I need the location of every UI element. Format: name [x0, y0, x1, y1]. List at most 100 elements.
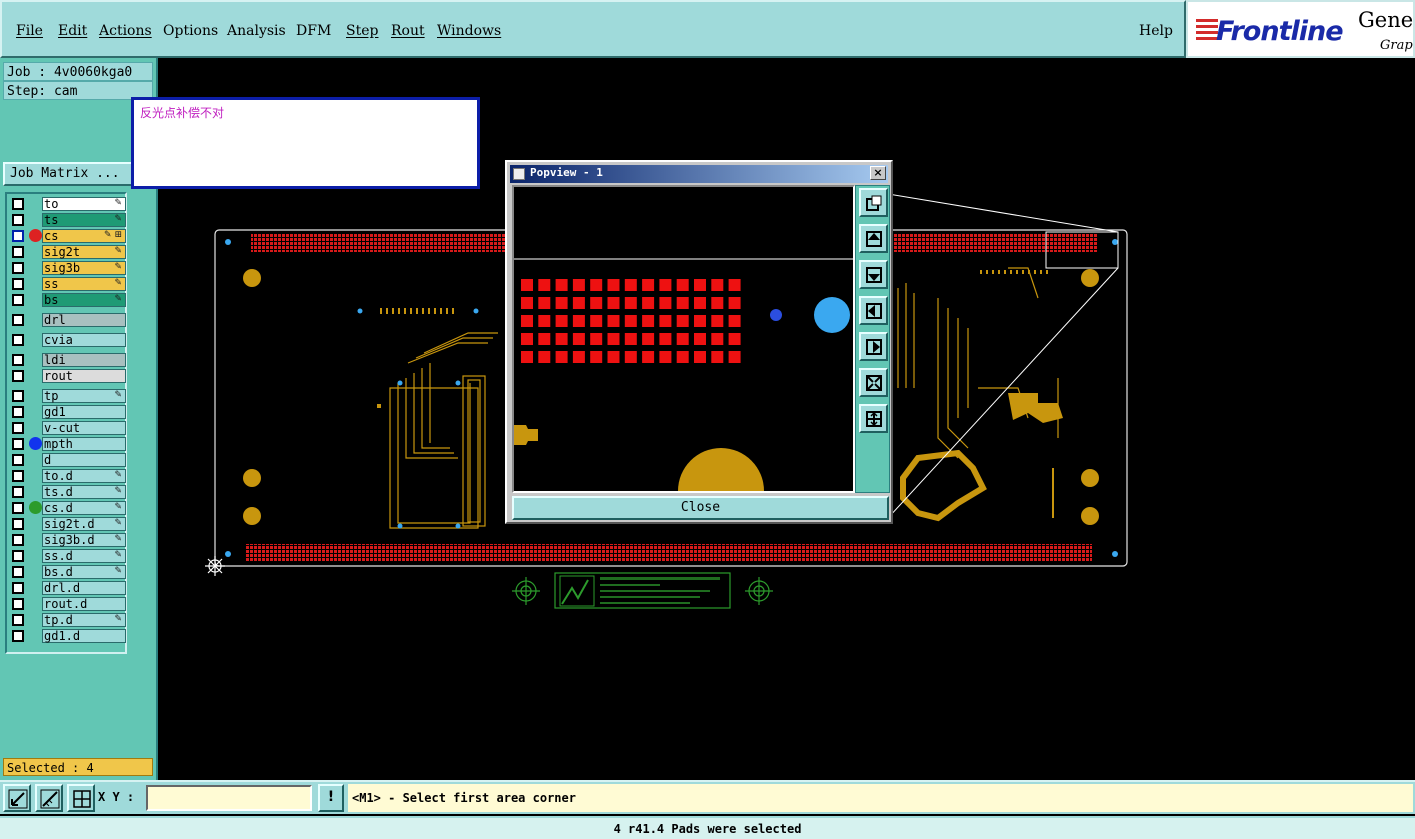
- layer-checkbox[interactable]: [12, 438, 24, 450]
- pan-down-button[interactable]: [859, 260, 888, 289]
- layer-name[interactable]: ss.d: [42, 549, 126, 563]
- layer-checkbox[interactable]: [12, 278, 24, 290]
- layer-row-sig2t-d[interactable]: sig2t.d ✎: [9, 517, 126, 531]
- layer-name[interactable]: rout: [42, 369, 126, 383]
- menu-help[interactable]: Help: [1139, 23, 1173, 39]
- select-arrow-button[interactable]: [3, 784, 31, 812]
- layer-checkbox[interactable]: [12, 406, 24, 418]
- layer-name[interactable]: ss: [42, 277, 126, 291]
- layer-name[interactable]: mpth: [42, 437, 126, 451]
- menu-rout[interactable]: Rout: [391, 23, 425, 39]
- layer-name[interactable]: sig3b: [42, 261, 126, 275]
- layer-row-sig3b[interactable]: sig3b ✎: [9, 261, 126, 275]
- pan-up-button[interactable]: [859, 224, 888, 253]
- layer-checkbox[interactable]: [12, 334, 24, 346]
- menu-analysis[interactable]: Analysis: [227, 23, 286, 39]
- layer-name[interactable]: ts.d: [42, 485, 126, 499]
- menu-file[interactable]: File: [16, 23, 43, 39]
- layer-name[interactable]: d: [42, 453, 126, 467]
- layer-name[interactable]: drl.d: [42, 581, 126, 595]
- layer-checkbox[interactable]: [12, 214, 24, 226]
- layer-name[interactable]: tp.d: [42, 613, 126, 627]
- layer-row-drl-d[interactable]: drl.d: [9, 581, 126, 595]
- layer-name[interactable]: rout.d: [42, 597, 126, 611]
- menu-dfm[interactable]: DFM: [296, 23, 331, 39]
- layer-checkbox[interactable]: [12, 486, 24, 498]
- layer-checkbox[interactable]: [12, 614, 24, 626]
- popview-canvas[interactable]: [512, 185, 855, 493]
- layer-row-bs[interactable]: bs ✎: [9, 293, 126, 307]
- menu-windows[interactable]: Windows: [437, 23, 501, 39]
- layer-checkbox[interactable]: [12, 198, 24, 210]
- layer-name[interactable]: cs.d: [42, 501, 126, 515]
- layer-name[interactable]: gd1: [42, 405, 126, 419]
- layer-row-v-cut[interactable]: v-cut: [9, 421, 126, 435]
- pan-left-button[interactable]: [859, 296, 888, 325]
- menu-edit[interactable]: Edit: [58, 23, 87, 39]
- layer-row-ss-d[interactable]: ss.d ✎: [9, 549, 126, 563]
- layer-checkbox[interactable]: [12, 262, 24, 274]
- layer-row-drl[interactable]: drl: [9, 313, 126, 327]
- menu-actions[interactable]: Actions: [99, 23, 152, 39]
- layer-name[interactable]: v-cut: [42, 421, 126, 435]
- layer-row-rout[interactable]: rout: [9, 369, 126, 383]
- menu-options[interactable]: Options: [163, 23, 218, 39]
- layer-row-cvia[interactable]: cvia: [9, 333, 126, 347]
- layer-checkbox[interactable]: [12, 518, 24, 530]
- layer-name[interactable]: sig2t.d: [42, 517, 126, 531]
- layer-checkbox[interactable]: [12, 422, 24, 434]
- layer-checkbox[interactable]: [12, 470, 24, 482]
- layer-name[interactable]: to.d: [42, 469, 126, 483]
- layer-row-sig3b-d[interactable]: sig3b.d ✎: [9, 533, 126, 547]
- layer-checkbox[interactable]: [12, 370, 24, 382]
- popview-close-button[interactable]: Close: [512, 496, 889, 520]
- zoom-center-button[interactable]: [859, 404, 888, 433]
- layer-name[interactable]: drl: [42, 313, 126, 327]
- layer-row-ss[interactable]: ss ✎: [9, 277, 126, 291]
- layer-name[interactable]: ts: [42, 213, 126, 227]
- layer-checkbox[interactable]: [12, 598, 24, 610]
- layer-name[interactable]: tp: [42, 389, 126, 403]
- layer-row-to-d[interactable]: to.d ✎: [9, 469, 126, 483]
- zoom-home-button[interactable]: [859, 188, 888, 217]
- layer-name[interactable]: bs: [42, 293, 126, 307]
- layer-name[interactable]: cvia: [42, 333, 126, 347]
- layer-checkbox[interactable]: [12, 582, 24, 594]
- pan-right-button[interactable]: [859, 332, 888, 361]
- layer-row-tp-d[interactable]: tp.d ✎: [9, 613, 126, 627]
- layer-name[interactable]: ldi: [42, 353, 126, 367]
- close-icon[interactable]: ×: [870, 166, 886, 180]
- layer-row-bs-d[interactable]: bs.d ✎: [9, 565, 126, 579]
- layer-checkbox[interactable]: [12, 314, 24, 326]
- layer-row-gd1-d[interactable]: gd1.d: [9, 629, 126, 643]
- layer-checkbox[interactable]: [12, 354, 24, 366]
- grid-button[interactable]: [67, 784, 95, 812]
- layer-row-sig2t[interactable]: sig2t ✎: [9, 245, 126, 259]
- layer-row-gd1[interactable]: gd1: [9, 405, 126, 419]
- layer-row-ldi[interactable]: ldi: [9, 353, 126, 367]
- layer-row-d[interactable]: d: [9, 453, 126, 467]
- layer-name[interactable]: sig2t: [42, 245, 126, 259]
- layer-checkbox[interactable]: [12, 550, 24, 562]
- layer-name[interactable]: sig3b.d: [42, 533, 126, 547]
- layer-checkbox[interactable]: [12, 390, 24, 402]
- layer-name[interactable]: to: [42, 197, 126, 211]
- layer-row-tp[interactable]: tp ✎: [9, 389, 126, 403]
- layer-row-cs[interactable]: cs ✎ ⊞: [9, 229, 126, 243]
- layer-row-cs-d[interactable]: cs.d ✎: [9, 501, 126, 515]
- layer-checkbox[interactable]: [12, 294, 24, 306]
- layer-row-to[interactable]: to ✎: [9, 197, 126, 211]
- layer-checkbox[interactable]: [12, 566, 24, 578]
- layer-row-ts-d[interactable]: ts.d ✎: [9, 485, 126, 499]
- layer-checkbox[interactable]: [12, 534, 24, 546]
- layer-name[interactable]: bs.d: [42, 565, 126, 579]
- zoom-fit-button[interactable]: [859, 368, 888, 397]
- layer-row-rout-d[interactable]: rout.d: [9, 597, 126, 611]
- layer-row-mpth[interactable]: mpth: [9, 437, 126, 451]
- layer-row-ts[interactable]: ts ✎: [9, 213, 126, 227]
- layer-name[interactable]: gd1.d: [42, 629, 126, 643]
- popview-titlebar[interactable]: Popview - 1 ×: [510, 165, 888, 183]
- layer-checkbox[interactable]: [12, 630, 24, 642]
- xy-coordinate-input[interactable]: [146, 785, 312, 811]
- alert-button[interactable]: !: [318, 784, 344, 812]
